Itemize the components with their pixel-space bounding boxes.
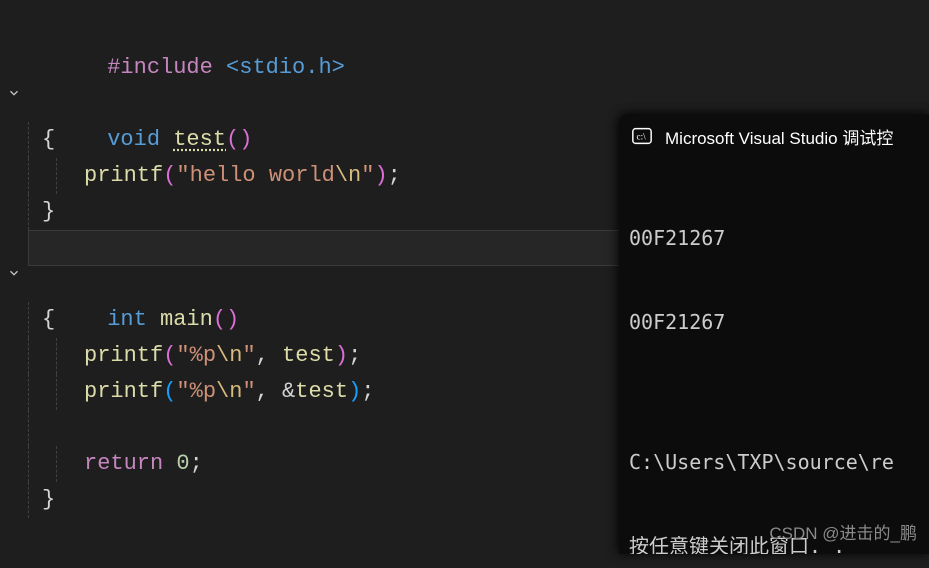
token-brace: { (42, 127, 55, 152)
token-escape: \n (216, 343, 242, 368)
watermark-text: CSDN @进击的_鹏 (769, 519, 917, 544)
token-comma: , (256, 343, 282, 368)
fold-gutter[interactable] (0, 86, 28, 100)
token-paren: ( (226, 127, 239, 152)
token-operator: & (282, 379, 295, 404)
token-keyword: return (84, 451, 163, 476)
token-paren: ) (374, 163, 387, 188)
token-semicolon: ; (388, 163, 401, 188)
token-paren: ( (163, 343, 176, 368)
token-function-call: printf (84, 343, 163, 368)
console-line: 00F21267 (629, 308, 919, 336)
token-string: "%p (176, 379, 216, 404)
chevron-down-icon[interactable] (7, 86, 21, 100)
token-string: "hello world (176, 163, 334, 188)
token-brace: { (42, 307, 55, 332)
token-identifier: test (295, 379, 348, 404)
console-title: Microsoft Visual Studio 调试控 (665, 124, 893, 149)
token-semicolon: ; (190, 451, 203, 476)
debug-console-window[interactable]: c:\ Microsoft Visual Studio 调试控 00F21267… (619, 114, 929, 554)
token-brace: } (42, 199, 55, 224)
token-string: " (242, 379, 255, 404)
token-string: " (361, 163, 374, 188)
svg-text:c:\: c:\ (637, 132, 647, 142)
chevron-down-icon[interactable] (7, 266, 21, 280)
console-titlebar[interactable]: c:\ Microsoft Visual Studio 调试控 (619, 114, 929, 158)
token-brace: } (42, 487, 55, 512)
token-paren: ) (239, 127, 252, 152)
token-paren: ( (163, 379, 176, 404)
token-function-def: main (160, 307, 213, 332)
token-paren: ) (335, 343, 348, 368)
token-semicolon: ; (348, 343, 361, 368)
token-include-header: <stdio.h> (226, 55, 345, 80)
console-line: C:\Users\TXP\source\re (629, 448, 919, 476)
token-paren: ( (163, 163, 176, 188)
code-line[interactable]: #include <stdio.h> (0, 14, 929, 50)
console-line: 00F21267 (629, 224, 919, 252)
token-function-call: printf (84, 163, 163, 188)
token-keyword: void (107, 127, 160, 152)
token-number: 0 (176, 451, 189, 476)
token-escape: \n (335, 163, 361, 188)
token-string: "%p (176, 343, 216, 368)
token-function-def: test (173, 127, 226, 152)
token-paren: ) (348, 379, 361, 404)
token-function-call: printf (84, 379, 163, 404)
token-preprocessor: #include (107, 55, 213, 80)
terminal-icon: c:\ (631, 125, 653, 147)
token-identifier: test (282, 343, 335, 368)
token-string: " (242, 343, 255, 368)
token-paren: ( (213, 307, 226, 332)
fold-gutter[interactable] (0, 266, 28, 280)
token-paren: ) (226, 307, 239, 332)
token-keyword: int (107, 307, 147, 332)
token-comma: , (256, 379, 282, 404)
token-semicolon: ; (361, 379, 374, 404)
token-escape: \n (216, 379, 242, 404)
console-output[interactable]: 00F21267 00F21267 C:\Users\TXP\source\re… (619, 158, 929, 554)
